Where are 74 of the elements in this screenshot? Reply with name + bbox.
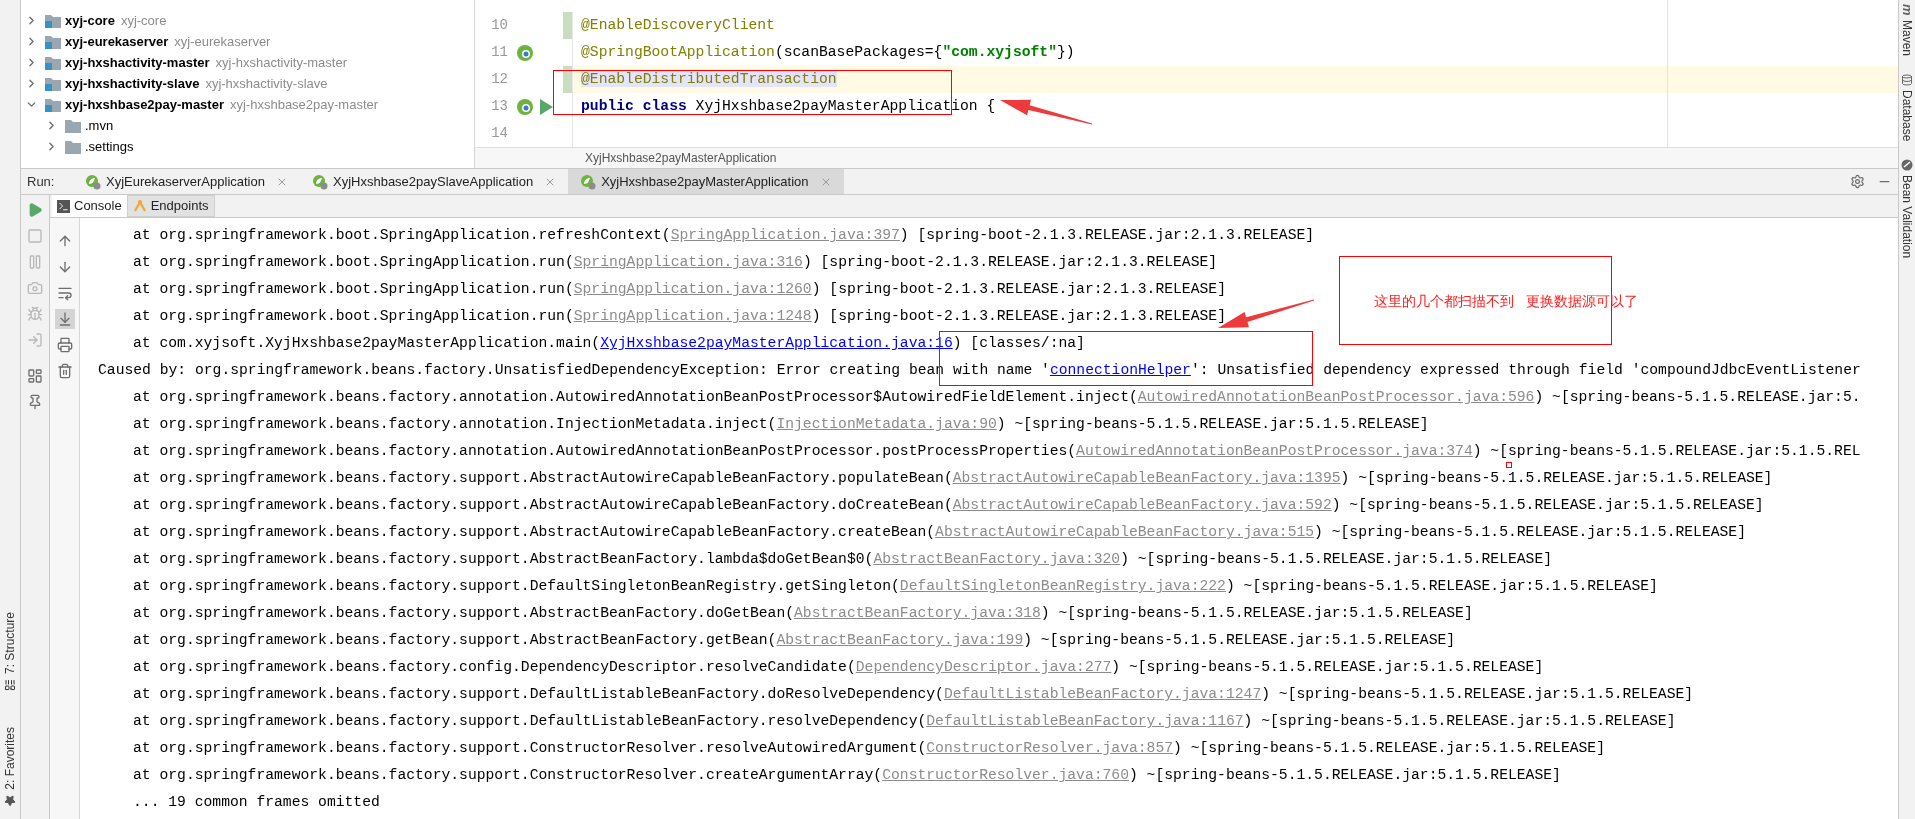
module-folder-icon (45, 76, 61, 91)
structure-icon (4, 679, 16, 692)
console-line: at org.springframework.beans.factory.annotation.AutowiredAnnotationBeanPostProcessor$AutowiredFieldElement.inject(AutowiredAnnotationBeanPostProcessor.java:596) ~[spring-beans-5.1.5.RELEASE.jar:5. (133, 384, 1861, 411)
tree-item-label[interactable]: xyj-hxshactivity-slave (65, 73, 200, 94)
leaf-run-icon (580, 173, 597, 190)
module-folder-icon (45, 13, 61, 28)
annotation-box (1506, 462, 1512, 468)
database-icon (1901, 73, 1913, 86)
breadcrumb[interactable]: XyjHxshbase2payMasterApplication (585, 149, 777, 167)
tree-item-label[interactable]: .settings (85, 136, 134, 157)
tree-item-label[interactable]: xyj-core (65, 10, 115, 31)
console-line: at org.springframework.beans.factory.support.AbstractBeanFactory.doGetBean(AbstractBeanFactory.java:318) ~[spring-beans-5.1.5.RELEASE.jar:5.1.5.RELEASE] (133, 600, 1473, 627)
console-line: at org.springframework.beans.factory.support.ConstructorResolver.resolveAutowiredArgument(ConstructorResolver.java:857) ~[spring-beans-5.1.5.RELEASE.jar:5.1.5.RELEASE] (133, 735, 1605, 762)
run-tab[interactable]: XyjHxshbase2paySlaveApplication (299, 169, 569, 194)
line-number: 10 (491, 16, 508, 35)
module-folder-icon (45, 34, 61, 49)
layout-button[interactable] (25, 366, 45, 386)
tree-item-label[interactable]: xyj-hxshbase2pay-master (65, 94, 224, 115)
console-line: at org.springframework.boot.SpringApplication.refreshContext(SpringApplication.java:397) [spring-boot-2.1.3.RELEASE.jar:2.1.3.RELEASE] (133, 222, 1315, 249)
console-line: at org.springframework.beans.factory.support.AbstractBeanFactory.getBean(AbstractBeanFactory.java:199) ~[spring-beans-5.1.5.RELEASE.jar:5.1.5.RELEASE] (133, 627, 1456, 654)
code-line: @SpringBootApplication(scanBasePackages={"com.xyjsoft"}) (581, 43, 1075, 63)
module-path: xyj-hxshbase2pay-master (230, 95, 379, 114)
tree-item-label[interactable]: xyj-hxshactivity-master (65, 52, 210, 73)
line-number: 14 (491, 124, 508, 143)
code-line: @EnableDiscoveryClient (581, 16, 775, 36)
module-path: xyj-eurekaserver (174, 32, 271, 51)
console-line: at org.springframework.beans.factory.support.DefaultListableBeanFactory.resolveDependency(DefaultListableBeanFactory.java:1167) ~[spring-beans-5.1.5.RELEASE.jar:5.1.5.RELEASE] (133, 708, 1676, 735)
console-line: at org.springframework.beans.factory.support.AbstractAutowireCapableBeanFactory.createBean(AbstractAutowireCapableBeanFactory.java:515) ~[spring-beans-5.1.5.RELEASE.jar:5.1.5.RELEASE] (133, 519, 1746, 546)
run-label: Run: (26, 172, 56, 191)
folder-icon (65, 139, 81, 154)
console-line: at org.springframework.beans.factory.support.AbstractAutowireCapableBeanFactory.doCreateBean(AbstractAutowireCapableBeanFactory.java:592) ~[spring-beans-5.1.5.RELEASE.jar:5.1.5.RELEASE] (133, 492, 1764, 519)
tree-item-label[interactable]: xyj-eurekaserver (65, 31, 169, 52)
line-number: 13 (491, 97, 508, 116)
tool-window-tab[interactable]: m Maven (1897, 4, 1915, 56)
console-line: ... 19 common frames omitted (133, 793, 380, 813)
tool-window-tab[interactable]: 2: Favorites (1, 727, 19, 807)
endpoints-icon (132, 199, 147, 213)
console-line: at org.springframework.boot.SpringApplication.run(SpringApplication.java:1260) [spring-boot-2.1.3.RELEASE.jar:2.1.3.RELEASE] (133, 276, 1226, 303)
leaf-run-icon (311, 173, 328, 190)
console-line: at org.springframework.boot.SpringApplication.run(SpringApplication.java:1248) [spring-boot-2.1.3.RELEASE.jar:2.1.3.RELEASE] (133, 303, 1226, 330)
source-link[interactable]: connectionHelper (1049, 359, 1191, 382)
run-tab[interactable]: XyjEurekaserverApplication (73, 169, 300, 194)
console-line: at org.springframework.beans.factory.annotation.InjectionMetadata.inject(InjectionMetadata.java:90) ~[spring-beans-5.1.5.RELEASE.jar:5.1.5.RELEASE] (133, 411, 1429, 438)
console-line: at org.springframework.beans.factory.support.DefaultListableBeanFactory.doResolveDependency(DefaultListableBeanFactory.java:1247) ~[spring-beans-5.1.5.RELEASE.jar:5.1.5.RELEASE] (133, 681, 1694, 708)
console-line: at org.springframework.beans.factory.annotation.AutowiredAnnotationBeanPostProcessor.postProcessProperties(AutowiredAnnotationBeanPostProcessor.java:374) ~[spring-beans-5.1.5.RELEASE.jar:5.1.5.REL (133, 438, 1861, 465)
tool-window-tab[interactable]: Database (1898, 73, 1915, 141)
module-folder-icon (45, 55, 61, 70)
console-tab[interactable]: Console (52, 195, 127, 217)
module-path: xyj-hxshactivity-slave (205, 74, 328, 93)
console-line: at org.springframework.beans.factory.support.AbstractBeanFactory.lambda$doGetBean$0(AbstractBeanFactory.java:320) ~[spring-beans-5.1.5.RELEASE.jar:5.1.5.RELEASE] (133, 546, 1553, 573)
tool-window-tab[interactable]: Bean Validation (1898, 158, 1915, 259)
terminal-icon (57, 199, 70, 213)
console-line: at org.springframework.beans.factory.support.AbstractAutowireCapableBeanFactory.populateBean(AbstractAutowireCapableBeanFactory.java:1395) ~[spring-beans-5.1.5.RELEASE.jar:5.1.5.RELEASE] (133, 465, 1773, 492)
source-link[interactable]: ConstructorResolver.java:857 (926, 737, 1174, 760)
star-icon (4, 795, 16, 807)
module-path: xyj-core (120, 11, 167, 30)
settings-icon[interactable] (1850, 174, 1865, 189)
line-number: 11 (491, 43, 508, 62)
console-line: at org.springframework.beans.factory.support.ConstructorResolver.createArgumentArray(ConstructorResolver.java:760) ~[spring-beans-5.1.5.RELEASE.jar:5.1.5.RELEASE] (133, 762, 1561, 789)
module-folder-icon (45, 97, 61, 112)
tool-window-tab[interactable]: 7: Structure (1, 612, 19, 692)
line-number: 12 (491, 70, 508, 89)
tree-item-label[interactable]: .mvn (85, 115, 114, 136)
run-icon[interactable] (540, 98, 553, 115)
scroll-to-end-button[interactable] (54, 309, 75, 329)
leaf-run-icon (85, 173, 101, 190)
console-tab[interactable]: Endpoints (126, 195, 215, 217)
console-line: at org.springframework.beans.factory.support.DefaultSingletonBeanRegistry.getSingleton(DefaultSingletonBeanRegistry.java:222) ~[spring-beans-5.1.5.RELEASE.jar:5.1.5.RELEASE] (133, 573, 1658, 600)
console-line: at org.springframework.boot.SpringApplication.run(SpringApplication.java:316) [spring-boot-2.1.3.RELEASE.jar:2.1.3.RELEASE] (133, 249, 1218, 276)
run-tab[interactable]: XyjHxshbase2payMasterApplication (568, 169, 844, 194)
console-line: at org.springframework.beans.factory.config.DependencyDescriptor.resolveCandidate(DependencyDescriptor.java:277) ~[spring-beans-5.1.5.RELEASE.jar:5.1.5.RELEASE] (133, 654, 1544, 681)
folder-icon (65, 118, 81, 133)
module-path: xyj-hxshactivity-master (215, 53, 347, 72)
source-link[interactable]: AbstractBeanFactory.java:318 (794, 602, 1041, 625)
